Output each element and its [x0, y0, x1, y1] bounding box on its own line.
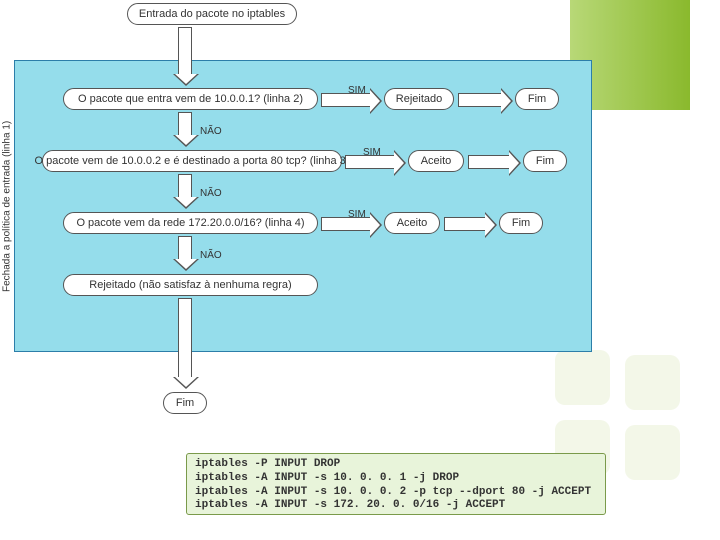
label-nao-2: NÃO: [200, 188, 222, 199]
node-question-3: O pacote vem da rede 172.20.0.0/16? (lin…: [63, 212, 318, 234]
arrow-down-icon: [178, 27, 192, 75]
arrow-right-icon: [321, 93, 371, 107]
node-end-3: Fim: [499, 212, 543, 234]
node-accepted-3: Aceito: [384, 212, 440, 234]
node-start: Entrada do pacote no iptables: [127, 3, 297, 25]
node-end-1: Fim: [515, 88, 559, 110]
arrow-down-icon: [178, 298, 192, 378]
label-nao-1: NÃO: [200, 126, 222, 137]
arrow-right-icon: [444, 217, 486, 231]
arrow-right-icon: [321, 217, 371, 231]
arrow-right-icon: [458, 93, 502, 107]
node-end-final: Fim: [163, 392, 207, 414]
arrow-right-icon: [468, 155, 510, 169]
arrow-right-icon: [345, 155, 395, 169]
label-nao-3: NÃO: [200, 250, 222, 261]
node-accepted-2: Aceito: [408, 150, 464, 172]
node-end-2: Fim: [523, 150, 567, 172]
arrow-down-icon: [178, 112, 192, 136]
node-question-2: O pacote vem de 10.0.0.2 e é destinado a…: [42, 150, 342, 172]
iptables-code-block: iptables -P INPUT DROP iptables -A INPUT…: [186, 453, 606, 515]
arrow-down-icon: [178, 236, 192, 260]
arrow-down-icon: [178, 174, 192, 198]
node-default-reject: Rejeitado (não satisfaz à nenhuma regra): [63, 274, 318, 296]
node-question-1: O pacote que entra vem de 10.0.0.1? (lin…: [63, 88, 318, 110]
node-rejected-1: Rejeitado: [384, 88, 454, 110]
panel-side-label: Fechada a política de entrada (linha 1): [0, 66, 14, 346]
